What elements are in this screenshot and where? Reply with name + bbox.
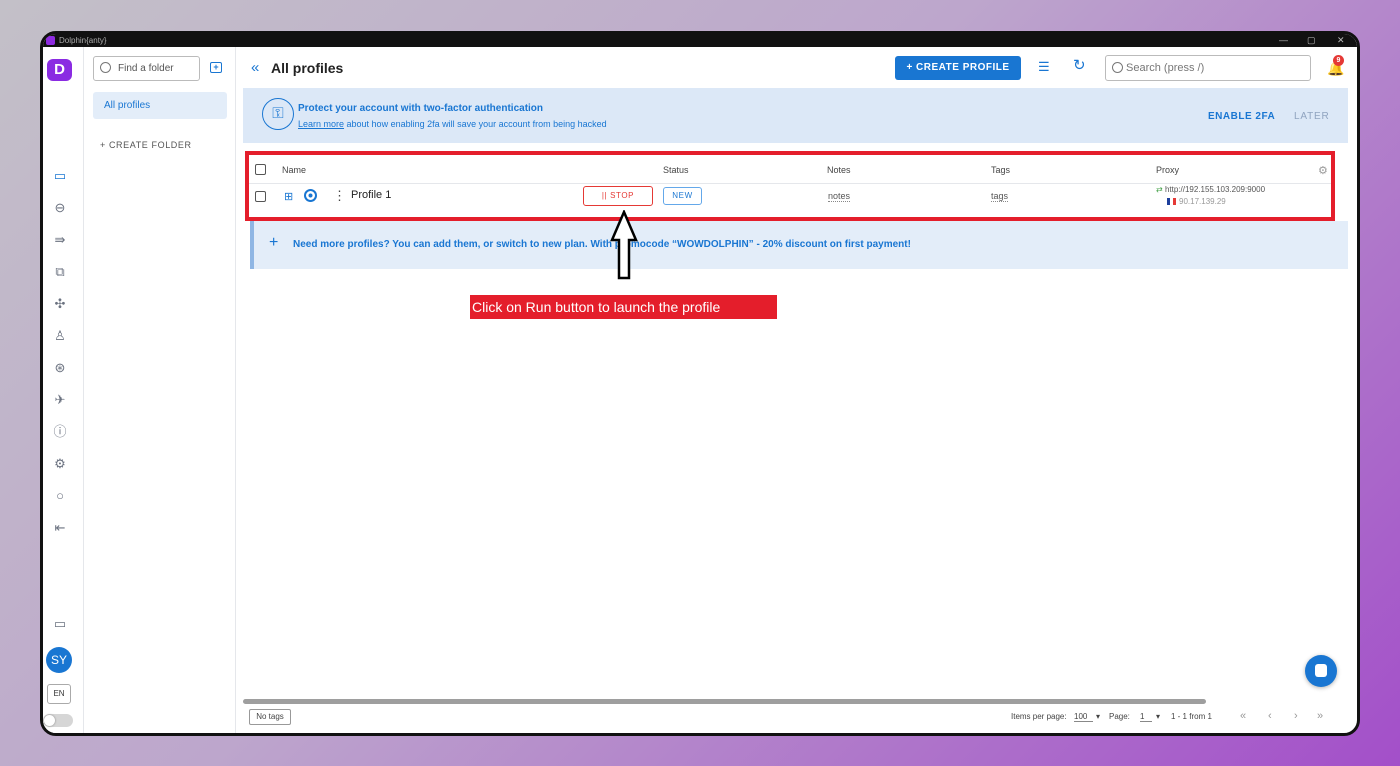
folder-search-placeholder: Find a folder — [118, 63, 174, 74]
stop-button[interactable]: || STOP — [583, 186, 653, 206]
refresh-icon[interactable]: ↻ — [1073, 58, 1087, 74]
api-icon[interactable]: ⊛ — [52, 360, 68, 376]
select-all-checkbox[interactable] — [255, 164, 266, 175]
column-settings-gear-icon[interactable]: ⚙ — [1318, 164, 1328, 177]
profiles-table: Name Status Notes Tags Proxy ⚙ ⊞ ⋮ Profi… — [245, 151, 1335, 221]
app-window: Dolphin{anty} — ▢ ✕ D ▭ ⊖ ⇛ ⧉ ✣ ♙ ⊛ ✈ ⓘ … — [40, 31, 1360, 736]
share-icon[interactable]: ⇛ — [52, 232, 68, 248]
copy-icon[interactable]: ⧉ — [52, 264, 68, 280]
status-badge[interactable]: NEW — [663, 187, 702, 205]
banner-title: Protect your account with two-factor aut… — [298, 103, 544, 114]
horizontal-scrollbar[interactable] — [243, 699, 1206, 704]
window-title: Dolphin{anty} — [59, 36, 107, 45]
search-input[interactable]: Search (press /) — [1105, 55, 1311, 81]
create-profile-button[interactable]: + CREATE PROFILE — [895, 56, 1021, 80]
column-header-name[interactable]: Name — [282, 165, 306, 175]
proxy-url[interactable]: ⇄ http://192.155.103.209:9000 — [1156, 185, 1265, 194]
folder-sidebar: Find a folder + All profiles + CREATE FO… — [83, 47, 236, 733]
main-content: « All profiles + CREATE PROFILE ☰ ↻ Sear… — [243, 47, 1357, 733]
icon-rail: D ▭ ⊖ ⇛ ⧉ ✣ ♙ ⊛ ✈ ⓘ ⚙ ○ ⇤ ▭ SY EN — [43, 47, 81, 733]
language-button[interactable]: EN — [47, 684, 71, 704]
column-header-notes[interactable]: Notes — [827, 165, 851, 175]
page-select[interactable]: 1 — [1140, 712, 1153, 722]
folder-item-all-profiles[interactable]: All profiles — [93, 92, 227, 119]
avatar[interactable]: SY — [46, 647, 72, 673]
windows-icon: ⊞ — [284, 191, 294, 203]
collapse-sidebar-icon[interactable]: « — [251, 59, 259, 76]
create-folder-button[interactable]: + CREATE FOLDER — [100, 140, 192, 150]
header-divider — [249, 183, 1331, 184]
proxy-url-text: http://192.155.103.209:9000 — [1164, 185, 1266, 194]
items-per-page-label: Items per page: — [1011, 712, 1067, 721]
row-menu-kebab-icon[interactable]: ⋮ — [333, 188, 346, 204]
profile-name[interactable]: Profile 1 — [351, 189, 391, 201]
help-icon[interactable]: ⓘ — [52, 424, 68, 440]
lightbulb-icon[interactable]: ○ — [52, 488, 68, 504]
enable-2fa-button[interactable]: ENABLE 2FA — [1208, 111, 1275, 122]
extensions-icon[interactable]: ✣ — [52, 296, 68, 312]
theme-toggle[interactable] — [43, 714, 73, 727]
france-flag-icon — [1167, 198, 1176, 206]
chat-support-button[interactable] — [1305, 655, 1337, 687]
search-icon — [1112, 62, 1123, 73]
page-range: 1 - 1 from 1 — [1171, 712, 1212, 721]
annotation-arrow — [610, 210, 638, 280]
app-logo-small-icon — [46, 36, 55, 45]
logout-icon[interactable]: ⇤ — [52, 520, 68, 536]
two-factor-banner: ⚿ Protect your account with two-factor a… — [243, 88, 1348, 143]
search-icon — [100, 62, 111, 73]
first-page-icon[interactable]: « — [1240, 710, 1246, 722]
promo-text[interactable]: Need more profiles? You can add them, or… — [293, 239, 911, 250]
later-button[interactable]: LATER — [1294, 111, 1330, 122]
last-page-icon[interactable]: » — [1317, 710, 1323, 722]
browser-profiles-icon[interactable]: ▭ — [52, 168, 68, 184]
rocket-icon[interactable]: ✈ — [52, 392, 68, 408]
page-label: Page: — [1109, 712, 1130, 721]
shield-icon: ⚿ — [262, 98, 294, 130]
proxy-swap-icon: ⇄ — [1156, 185, 1165, 194]
column-header-status[interactable]: Status — [663, 165, 689, 175]
plus-icon[interactable]: + — [269, 234, 278, 252]
settings-icon[interactable]: ⚙ — [52, 456, 68, 472]
globe-icon — [304, 189, 317, 202]
banner-subtitle-text: about how enabling 2fa will save your ac… — [344, 119, 607, 129]
no-tags-button[interactable]: No tags — [249, 709, 291, 725]
users-icon[interactable]: ♙ — [52, 328, 68, 344]
link-icon[interactable]: ⊖ — [52, 200, 68, 216]
close-button[interactable]: ✕ — [1337, 34, 1345, 47]
folder-search-input[interactable]: Find a folder — [93, 56, 200, 81]
page-title: All profiles — [271, 60, 344, 76]
annotation-caption: Click on Run button to launch the profil… — [470, 295, 777, 319]
learn-more-link[interactable]: Learn more — [298, 119, 344, 129]
chevron-down-icon[interactable]: ▾ — [1156, 712, 1160, 721]
column-header-proxy[interactable]: Proxy — [1156, 165, 1179, 175]
add-folder-icon[interactable]: + — [210, 62, 222, 73]
search-placeholder: Search (press /) — [1126, 62, 1205, 74]
items-per-page-select[interactable]: 100 — [1074, 712, 1094, 722]
minimize-button[interactable]: — — [1279, 34, 1288, 47]
column-header-tags[interactable]: Tags — [991, 165, 1010, 175]
notes-cell[interactable]: notes — [828, 191, 851, 202]
row-checkbox[interactable] — [255, 191, 266, 202]
wallet-icon[interactable]: ▭ — [52, 616, 68, 632]
next-page-icon[interactable]: › — [1294, 710, 1298, 722]
proxy-ip-text: 90.17.139.29 — [1179, 197, 1226, 206]
app-logo[interactable]: D — [47, 59, 72, 81]
notification-count-badge: 9 — [1333, 55, 1344, 66]
prev-page-icon[interactable]: ‹ — [1268, 710, 1272, 722]
tags-cell[interactable]: tags — [991, 191, 1009, 202]
proxy-ip: 90.17.139.29 — [1167, 197, 1226, 206]
table-footer: No tags Items per page: 100 ▾ Page: 1 ▾ … — [243, 695, 1357, 733]
promo-banner: + Need more profiles? You can add them, … — [250, 221, 1348, 269]
chevron-down-icon[interactable]: ▾ — [1096, 712, 1100, 721]
maximize-button[interactable]: ▢ — [1307, 34, 1316, 47]
banner-subtitle: Learn more about how enabling 2fa will s… — [298, 119, 607, 129]
filter-icon[interactable]: ☰ — [1038, 60, 1052, 74]
title-bar: Dolphin{anty} — ▢ ✕ — [43, 34, 1357, 47]
